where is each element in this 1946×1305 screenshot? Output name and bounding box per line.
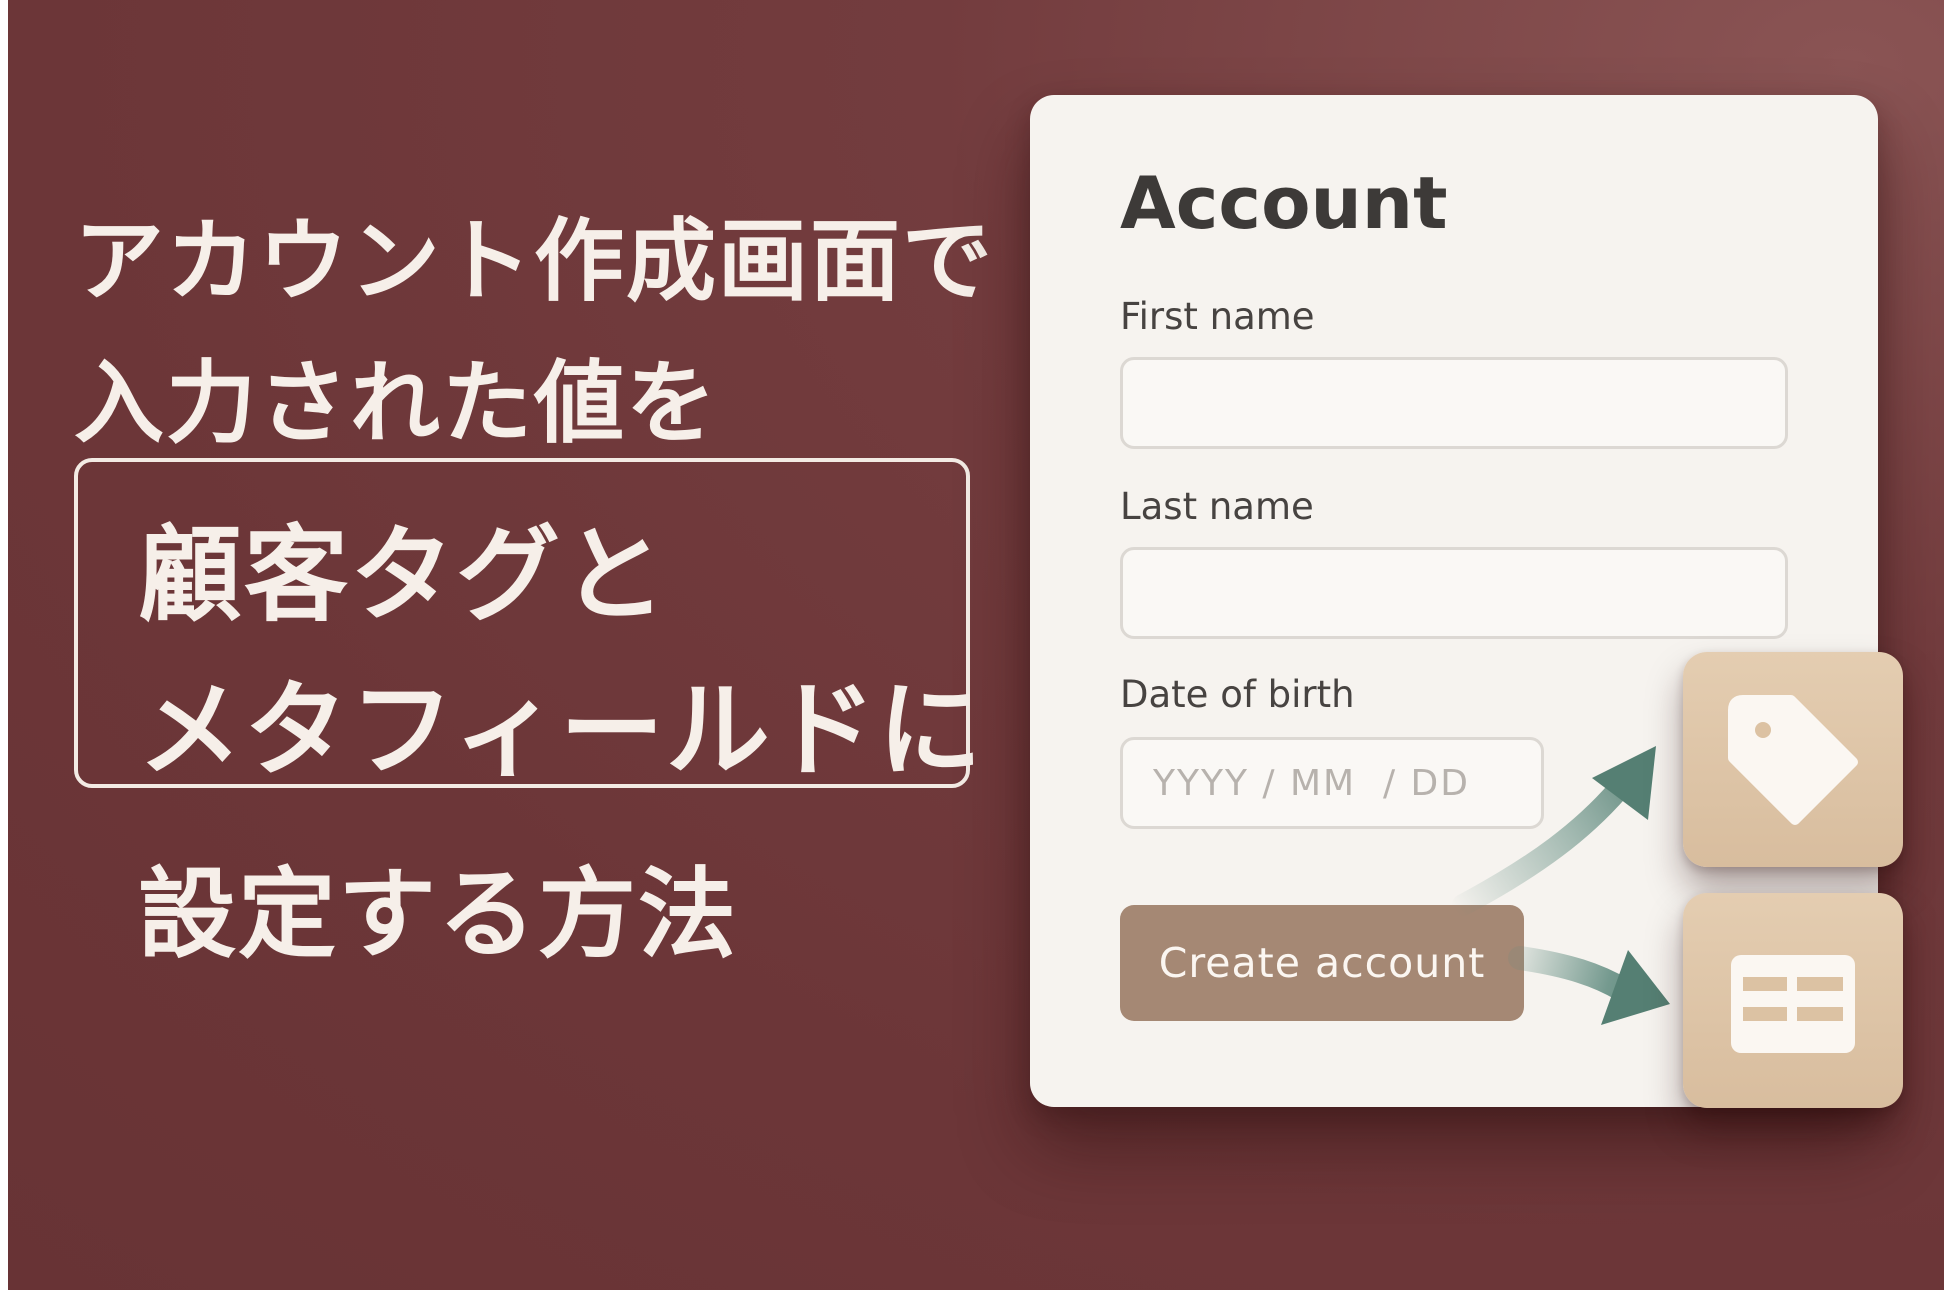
customer-tag-tile	[1683, 652, 1903, 867]
headline-line-5: 設定する方法	[138, 858, 739, 972]
tag-icon	[1728, 695, 1858, 825]
first-name-label: First name	[1120, 295, 1315, 338]
last-name-input[interactable]	[1120, 547, 1788, 639]
date-of-birth-input[interactable]	[1120, 737, 1544, 829]
headline-line-3: 顧客タグと	[138, 514, 669, 636]
headline-line-1: アカウント作成画面で	[74, 209, 994, 314]
headline-line-2: 入力された値を	[74, 351, 718, 456]
form-title: Account	[1120, 161, 1448, 245]
table-icon	[1731, 955, 1855, 1053]
headline-line-4: メタフィールドに	[138, 669, 984, 791]
date-of-birth-label: Date of birth	[1120, 673, 1355, 716]
create-account-button[interactable]: Create account	[1120, 905, 1524, 1021]
first-name-input[interactable]	[1120, 357, 1788, 449]
last-name-label: Last name	[1120, 485, 1314, 528]
banner: アカウント作成画面で 入力された値を 顧客タグと メタフィールドに 設定する方法…	[8, 0, 1944, 1290]
metafield-tile	[1683, 893, 1903, 1108]
